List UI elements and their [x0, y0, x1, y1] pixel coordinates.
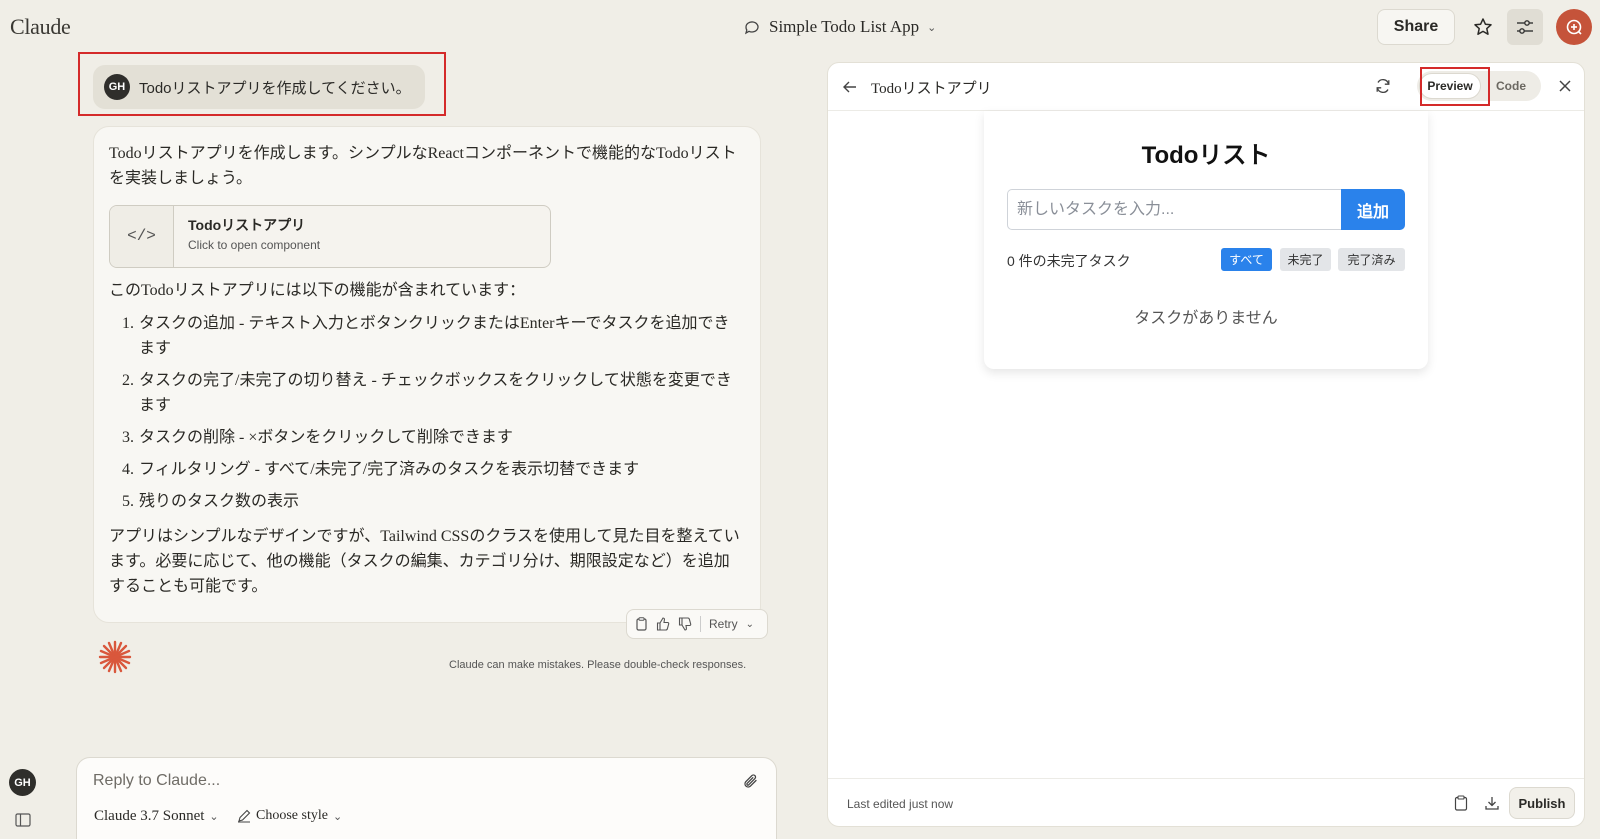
- download-icon[interactable]: [1484, 795, 1500, 811]
- highlight-box-preview-tab: [1420, 67, 1490, 106]
- chevron-down-icon: ⌄: [332, 810, 343, 823]
- model-selector[interactable]: Claude 3.7 Sonnet ⌄: [94, 808, 219, 825]
- list-item: 残りのタスク数の表示: [138, 489, 745, 514]
- assistant-message: Todoリストアプリを作成します。シンプルなReactコンポーネントで機能的なT…: [93, 126, 761, 623]
- settings-sliders-icon[interactable]: [1507, 9, 1543, 45]
- share-button[interactable]: Share: [1377, 9, 1455, 45]
- remaining-count: 0 件の未完了タスク: [1007, 253, 1131, 269]
- publish-button[interactable]: Publish: [1509, 787, 1575, 819]
- retry-button[interactable]: Retry: [709, 617, 738, 631]
- copy-icon[interactable]: [1454, 795, 1468, 811]
- message-actions: Retry ⌄: [626, 609, 768, 639]
- claude-logo[interactable]: Claude: [10, 14, 71, 40]
- reply-input[interactable]: [93, 772, 693, 790]
- top-bar: Claude Simple Todo List App ⌄ Share: [0, 0, 1600, 54]
- filter-completed-button[interactable]: 完了済み: [1338, 248, 1405, 271]
- artifact-panel-title: Todoリストアプリ: [871, 81, 992, 97]
- new-task-input[interactable]: [1007, 189, 1341, 230]
- style-selector[interactable]: Choose style ⌄: [237, 808, 342, 824]
- chevron-down-icon: ⌄: [209, 811, 219, 823]
- conversation-title: Simple Todo List App: [769, 17, 920, 36]
- thumbs-down-icon[interactable]: [678, 617, 692, 631]
- todo-title: Todoリスト: [1141, 142, 1271, 169]
- tab-code[interactable]: Code: [1483, 73, 1539, 99]
- artifact-card[interactable]: </> Todoリストアプリ Click to open component: [109, 205, 551, 268]
- list-item: フィルタリング - すべて/未完了/完了済みのタスクを表示切替できます: [138, 457, 745, 482]
- close-icon[interactable]: [1558, 79, 1572, 93]
- paperclip-icon[interactable]: [742, 772, 760, 790]
- claude-spark-icon: [98, 640, 132, 674]
- user-avatar-initials: GH: [14, 776, 31, 789]
- empty-state-text: タスクがありません: [1134, 310, 1278, 327]
- artifact-card-subtitle: Click to open component: [188, 238, 321, 252]
- list-item: タスクの完了/未完了の切り替え - チェックボックスをクリックして状態を変更でき…: [138, 368, 745, 418]
- arrow-left-icon[interactable]: [842, 79, 858, 95]
- assistant-intro: Todoリストアプリを作成します。シンプルなReactコンポーネントで機能的なT…: [109, 145, 737, 187]
- chat-bubble-icon: [744, 20, 759, 34]
- features-list: タスクの追加 - テキスト入力とボタンクリックまたはEnterキーでタスクを追加…: [138, 311, 745, 514]
- divider: [700, 616, 701, 632]
- artifact-card-title: Todoリストアプリ: [188, 217, 306, 233]
- disclaimer-text: Claude can make mistakes. Please double-…: [449, 659, 747, 671]
- chevron-down-icon: ⌄: [927, 21, 937, 34]
- list-item: タスクの追加 - テキスト入力とボタンクリックまたはEnterキーでタスクを追加…: [138, 311, 745, 361]
- last-edited-status: Last edited just now: [847, 797, 954, 811]
- filter-active-button[interactable]: 未完了: [1280, 248, 1331, 271]
- model-name: Claude 3.7 Sonnet: [94, 808, 205, 824]
- sidebar-toggle-icon[interactable]: [15, 813, 31, 827]
- refresh-icon[interactable]: [1375, 78, 1391, 94]
- thumbs-up-icon[interactable]: [656, 617, 670, 631]
- copy-icon[interactable]: [635, 617, 648, 631]
- list-item: タスクの削除 - ×ボタンをクリックして削除できます: [138, 425, 745, 450]
- features-intro: このTodoリストアプリには以下の機能が含まれています：: [109, 282, 526, 299]
- artifact-panel-footer: Last edited just now Publish: [828, 778, 1584, 826]
- user-avatar: GH: [104, 74, 130, 100]
- pen-icon: [238, 809, 251, 823]
- todo-app-preview: Todoリスト 追加 0 件の未完了タスク すべて 未完了 完了済み タスクがあ…: [984, 111, 1428, 369]
- filter-all-button[interactable]: すべて: [1221, 248, 1272, 271]
- style-label: Choose style: [256, 808, 328, 823]
- star-icon[interactable]: [1468, 12, 1498, 42]
- artifact-panel: Todoリストアプリ Preview Code Todoリスト 追加 0 件の未…: [827, 62, 1585, 827]
- add-task-button[interactable]: 追加: [1341, 189, 1405, 230]
- user-message: GH Todoリストアプリを作成してください。: [93, 65, 425, 109]
- composer: Claude 3.7 Sonnet ⌄ Choose style ⌄: [76, 757, 777, 839]
- code-icon: </>: [110, 206, 174, 267]
- conversation-title-dropdown[interactable]: Simple Todo List App ⌄: [744, 17, 936, 37]
- chevron-down-icon[interactable]: ⌄: [746, 619, 754, 630]
- user-message-text: Todoリストアプリを作成してください。: [139, 79, 411, 97]
- profile-avatar-button[interactable]: [1556, 9, 1592, 45]
- assistant-outro: アプリはシンプルなデザインですが、Tailwind CSSのクラスを使用して見た…: [109, 528, 740, 595]
